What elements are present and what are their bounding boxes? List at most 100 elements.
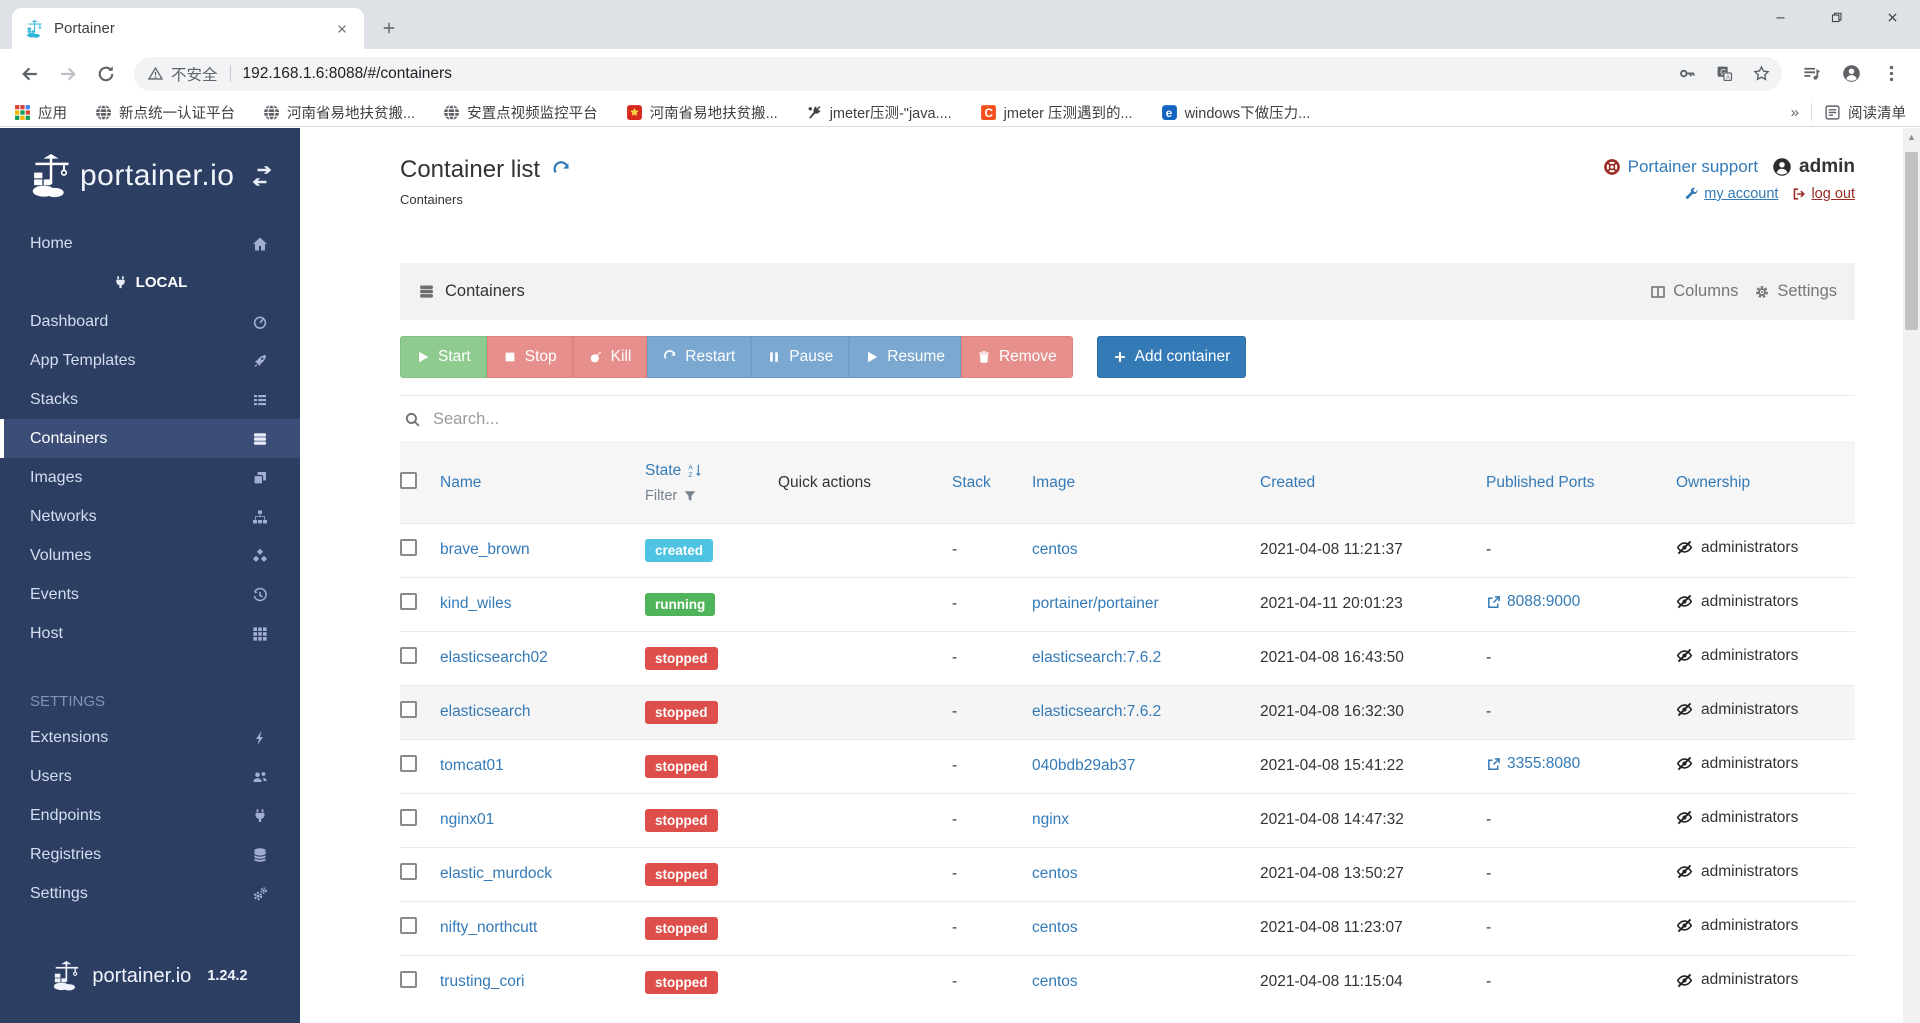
- sidebar-item-events[interactable]: Events: [0, 575, 300, 614]
- published-port-link[interactable]: 3355:8080: [1486, 755, 1580, 773]
- sidebar-item-app-templates[interactable]: App Templates: [0, 341, 300, 380]
- row-checkbox[interactable]: [400, 593, 417, 610]
- sidebar-item-volumes[interactable]: Volumes: [0, 536, 300, 575]
- translate-icon[interactable]: GA: [1716, 65, 1733, 82]
- my-account-link[interactable]: my account: [1685, 186, 1778, 202]
- row-checkbox[interactable]: [400, 809, 417, 826]
- start-button[interactable]: Start: [400, 336, 487, 378]
- sort-by-ports[interactable]: Published Ports: [1486, 474, 1595, 491]
- bookmarks-overflow-chevron[interactable]: »: [1791, 104, 1799, 121]
- bookmark-item[interactable]: 河南省易地扶贫搬...: [263, 102, 415, 123]
- container-name-link[interactable]: nginx01: [440, 811, 494, 828]
- sort-by-ownership[interactable]: Ownership: [1676, 474, 1750, 491]
- state-filter-button[interactable]: Filter: [645, 488, 778, 504]
- bookmark-item[interactable]: jmeter压测-"java....: [806, 102, 952, 123]
- sidebar-item-containers[interactable]: Containers: [0, 419, 300, 458]
- sidebar-item-users[interactable]: Users: [0, 757, 300, 796]
- row-checkbox[interactable]: [400, 701, 417, 718]
- refresh-icon[interactable]: [552, 160, 571, 180]
- stop-button[interactable]: Stop: [486, 336, 573, 378]
- bookmark-item[interactable]: 应用: [14, 102, 67, 123]
- row-checkbox[interactable]: [400, 863, 417, 880]
- bookmark-star-icon[interactable]: [1753, 65, 1770, 82]
- window-restore-button[interactable]: [1808, 0, 1864, 34]
- published-port-link[interactable]: 8088:9000: [1486, 593, 1580, 611]
- container-name-link[interactable]: brave_brown: [440, 541, 530, 558]
- columns-button[interactable]: Columns: [1650, 282, 1738, 301]
- row-checkbox[interactable]: [400, 539, 417, 556]
- bookmark-item[interactable]: Cjmeter 压测遇到的...: [980, 102, 1133, 123]
- search-input[interactable]: [433, 409, 1851, 429]
- select-all-checkbox[interactable]: [400, 471, 417, 489]
- sidebar-item-home[interactable]: Home: [0, 224, 300, 263]
- sidebar-item-extensions[interactable]: Extensions: [0, 718, 300, 757]
- table-settings-button[interactable]: Settings: [1754, 282, 1837, 301]
- container-name-link[interactable]: elasticsearch02: [440, 649, 548, 666]
- bookmark-item[interactable]: 新点统一认证平台: [95, 102, 235, 123]
- log-out-link[interactable]: log out: [1792, 186, 1855, 202]
- back-button[interactable]: [14, 58, 46, 90]
- image-link[interactable]: centos: [1032, 541, 1078, 558]
- image-link[interactable]: portainer/portainer: [1032, 595, 1159, 612]
- window-close-button[interactable]: [1864, 0, 1920, 34]
- image-link[interactable]: centos: [1032, 973, 1078, 990]
- sidebar-item-endpoints[interactable]: Endpoints: [0, 796, 300, 835]
- reload-button[interactable]: [90, 58, 122, 90]
- sort-by-created[interactable]: Created: [1260, 474, 1315, 491]
- bookmark-item[interactable]: e windows下做压力...: [1161, 102, 1310, 123]
- browser-tab[interactable]: Portainer: [12, 8, 364, 49]
- reading-list-button[interactable]: 阅读清单: [1824, 102, 1906, 123]
- row-checkbox[interactable]: [400, 971, 417, 989]
- sidebar-collapse-icon[interactable]: [250, 164, 274, 188]
- password-key-icon[interactable]: [1679, 65, 1696, 82]
- container-name-link[interactable]: trusting_cori: [440, 973, 524, 990]
- menu-dots-icon[interactable]: [1874, 57, 1908, 91]
- container-name-link[interactable]: elasticsearch: [440, 703, 530, 720]
- scrollbar-thumb[interactable]: [1905, 152, 1918, 330]
- forward-button[interactable]: [52, 58, 84, 90]
- sidebar-item-registries[interactable]: Registries: [0, 835, 300, 874]
- container-name-link[interactable]: elastic_murdock: [440, 865, 552, 882]
- bookmark-item[interactable]: 河南省易地扶贫搬...: [626, 102, 778, 123]
- image-link[interactable]: elasticsearch:7.6.2: [1032, 703, 1161, 720]
- user-menu[interactable]: admin: [1772, 156, 1855, 178]
- new-tab-button[interactable]: [372, 11, 406, 45]
- restart-button[interactable]: Restart: [647, 336, 752, 378]
- page-scrollbar[interactable]: ▲: [1903, 128, 1920, 1023]
- sidebar-item-networks[interactable]: Networks: [0, 497, 300, 536]
- sort-by-name[interactable]: Name: [440, 474, 481, 491]
- kill-button[interactable]: Kill: [572, 336, 648, 378]
- tab-close-icon[interactable]: [332, 19, 352, 39]
- profile-avatar-icon[interactable]: [1834, 57, 1868, 91]
- window-minimize-button[interactable]: [1752, 0, 1808, 34]
- row-checkbox[interactable]: [400, 647, 417, 664]
- container-name-link[interactable]: kind_wiles: [440, 595, 512, 612]
- sidebar-item-dashboard[interactable]: Dashboard: [0, 302, 300, 341]
- sidebar-item-settings[interactable]: Settings: [0, 874, 300, 913]
- image-link[interactable]: 040bdb29ab37: [1032, 757, 1135, 774]
- add-container-button[interactable]: Add container: [1096, 336, 1247, 378]
- row-checkbox[interactable]: [400, 917, 417, 934]
- row-checkbox[interactable]: [400, 755, 417, 772]
- remove-button[interactable]: Remove: [960, 336, 1073, 378]
- sort-by-image[interactable]: Image: [1032, 474, 1075, 491]
- pause-button[interactable]: Pause: [751, 336, 850, 378]
- image-link[interactable]: centos: [1032, 919, 1078, 936]
- image-link[interactable]: elasticsearch:7.6.2: [1032, 649, 1161, 666]
- sidebar-item-images[interactable]: Images: [0, 458, 300, 497]
- container-name-link[interactable]: nifty_northcutt: [440, 919, 537, 936]
- address-bar[interactable]: 不安全 192.168.1.6:8088/#/containers GA: [134, 56, 1782, 91]
- media-playlist-icon[interactable]: [1794, 57, 1828, 91]
- sort-by-stack[interactable]: Stack: [952, 474, 991, 491]
- portainer-logo[interactable]: portainer.io: [30, 154, 234, 198]
- scrollbar-up-arrow[interactable]: ▲: [1903, 128, 1920, 145]
- container-name-link[interactable]: tomcat01: [440, 757, 504, 774]
- image-link[interactable]: centos: [1032, 865, 1078, 882]
- portainer-support-link[interactable]: Portainer support: [1603, 157, 1758, 177]
- image-link[interactable]: nginx: [1032, 811, 1069, 828]
- resume-button[interactable]: Resume: [849, 336, 961, 378]
- sort-by-state[interactable]: State: [645, 462, 681, 480]
- sidebar-item-stacks[interactable]: Stacks: [0, 380, 300, 419]
- bookmark-item[interactable]: 安置点视频监控平台: [443, 102, 598, 123]
- sidebar-item-host[interactable]: Host: [0, 614, 300, 653]
